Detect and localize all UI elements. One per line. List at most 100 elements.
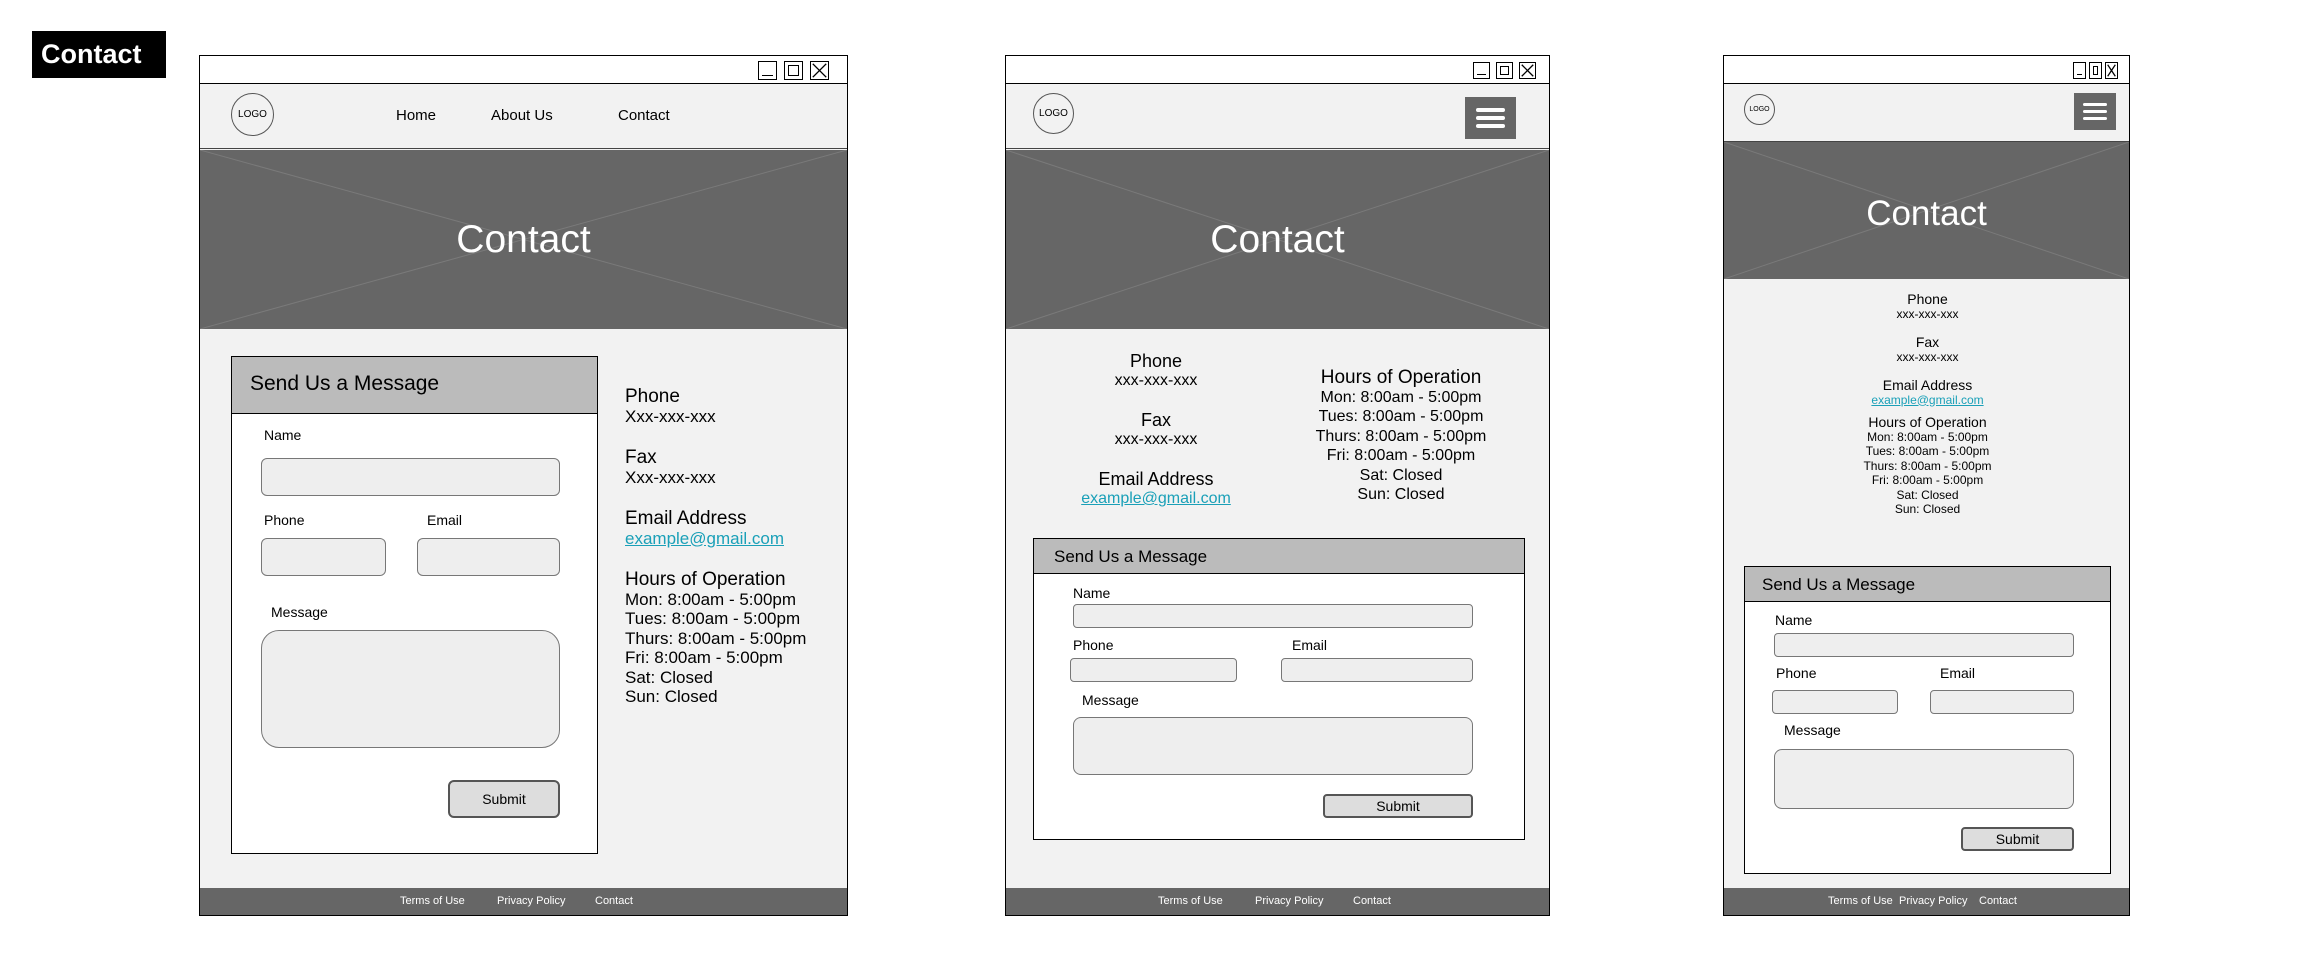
- contact-form: Send Us a Message Name Phone Email Messa…: [231, 356, 598, 854]
- fax-value: Xxx-xxx-xxx: [625, 467, 716, 487]
- footer-contact-link[interactable]: Contact: [595, 895, 633, 907]
- contact-info-right: Hours of Operation Mon: 8:00am - 5:00pm …: [1296, 368, 1506, 505]
- footer-privacy-link[interactable]: Privacy Policy: [1255, 895, 1323, 907]
- email-input[interactable]: [417, 538, 560, 576]
- footer-privacy-link[interactable]: Privacy Policy: [1899, 895, 1967, 907]
- name-input[interactable]: [261, 458, 560, 496]
- name-label: Name: [1073, 585, 1111, 601]
- contact-form: Send Us a Message Name Phone Email Messa…: [1033, 538, 1525, 840]
- email-heading: Email Address: [625, 508, 747, 529]
- hamburger-menu-icon[interactable]: [2074, 93, 2116, 130]
- message-textarea[interactable]: [261, 630, 560, 748]
- nav-about[interactable]: About Us: [491, 107, 553, 124]
- form-title: Send Us a Message: [1762, 575, 1916, 594]
- hero-banner: Contact: [1006, 150, 1549, 329]
- minimize-icon[interactable]: [1473, 62, 1490, 79]
- minimize-icon[interactable]: [758, 61, 777, 80]
- footer-terms-link[interactable]: Terms of Use: [1158, 895, 1223, 907]
- hours-heading: Hours of Operation: [1868, 414, 1987, 430]
- hero-title: Contact: [456, 218, 591, 261]
- phone-label: Phone: [1776, 665, 1817, 681]
- contact-info: Phone xxx-xxx-xxx Fax xxx-xxx-xxx Email …: [1724, 291, 2129, 517]
- email-input[interactable]: [1281, 658, 1473, 682]
- maximize-icon[interactable]: [784, 61, 803, 80]
- hero-banner: Contact: [1724, 142, 2129, 279]
- navbar: LOGO: [1724, 84, 2129, 142]
- hours-heading: Hours of Operation: [1320, 367, 1482, 388]
- phone-heading: Phone: [1907, 291, 1948, 307]
- phone-input[interactable]: [261, 538, 386, 576]
- hours-item: Thurs: 8:00am - 5:00pm: [625, 628, 807, 648]
- phone-input[interactable]: [1070, 658, 1237, 682]
- phone-input[interactable]: [1772, 690, 1898, 714]
- footer-privacy-link[interactable]: Privacy Policy: [497, 895, 565, 907]
- email-link[interactable]: example@gmail.com: [1724, 393, 2129, 408]
- name-input[interactable]: [1073, 604, 1473, 628]
- hours-item: Mon: 8:00am - 5:00pm: [1320, 388, 1482, 406]
- submit-button[interactable]: Submit: [1961, 827, 2074, 851]
- close-icon[interactable]: [1519, 62, 1536, 79]
- tablet-wireframe: LOGO Contact Phone xxx-xxx-xxx Fax xxx-x…: [1005, 55, 1550, 916]
- message-label: Message: [1082, 692, 1139, 708]
- submit-button[interactable]: Submit: [1323, 794, 1473, 818]
- footer-contact-link[interactable]: Contact: [1979, 895, 2017, 907]
- message-textarea[interactable]: [1774, 749, 2074, 809]
- email-label: Email: [1940, 665, 1976, 681]
- email-link[interactable]: example@gmail.com: [1076, 489, 1236, 508]
- form-header: Send Us a Message: [1745, 567, 2110, 602]
- hero-banner: Contact: [200, 150, 847, 329]
- submit-button[interactable]: Submit: [448, 780, 560, 818]
- hero-title: Contact: [1866, 194, 1987, 233]
- form-header: Send Us a Message: [1034, 539, 1524, 574]
- close-icon[interactable]: [2105, 62, 2118, 79]
- hours-item: Sun: Closed: [625, 687, 718, 706]
- hours-item: Thurs: 8:00am - 5:00pm: [1315, 427, 1487, 445]
- phone-heading: Phone: [625, 386, 680, 407]
- email-heading: Email Address: [1882, 377, 1973, 393]
- window-titlebar: [1724, 56, 2129, 84]
- minimize-icon[interactable]: [2073, 62, 2086, 79]
- footer: Terms of Use Privacy Policy Contact: [1006, 888, 1549, 915]
- navbar: LOGO: [1006, 84, 1549, 149]
- phone-value: xxx-xxx-xxx: [1114, 372, 1198, 389]
- footer-contact-link[interactable]: Contact: [1353, 895, 1391, 907]
- hours-item: Sat: Closed: [1359, 466, 1443, 484]
- hours-item: Fri: 8:00am - 5:00pm: [625, 648, 783, 667]
- nav-home[interactable]: Home: [396, 107, 436, 124]
- hours-item: Tues: 8:00am - 5:00pm: [625, 609, 801, 628]
- hours-item: Thurs: 8:00am - 5:00pm: [1863, 458, 1992, 473]
- hours-item: Sat: Closed: [1896, 487, 1959, 502]
- email-input[interactable]: [1930, 690, 2074, 714]
- logo[interactable]: LOGO: [1744, 94, 1775, 125]
- message-label: Message: [1784, 722, 1841, 738]
- name-label: Name: [1775, 612, 1813, 628]
- window-titlebar: [1006, 56, 1549, 84]
- maximize-icon[interactable]: [1496, 62, 1513, 79]
- hamburger-menu-icon[interactable]: [1465, 97, 1516, 139]
- maximize-icon[interactable]: [2089, 62, 2102, 79]
- email-heading: Email Address: [1098, 469, 1214, 489]
- hours-item: Mon: 8:00am - 5:00pm: [625, 589, 797, 609]
- fax-heading: Fax: [1915, 334, 1940, 350]
- email-label: Email: [1292, 637, 1328, 653]
- hours-item: Sat: Closed: [625, 667, 713, 687]
- name-input[interactable]: [1774, 633, 2074, 657]
- message-textarea[interactable]: [1073, 717, 1473, 775]
- fax-heading: Fax: [1140, 410, 1171, 430]
- hours-item: Mon: 8:00am - 5:00pm: [1867, 429, 1988, 444]
- form-title: Send Us a Message: [1054, 547, 1208, 566]
- logo[interactable]: LOGO: [231, 93, 274, 136]
- logo[interactable]: LOGO: [1033, 93, 1074, 134]
- hours-item: Sun: Closed: [1894, 502, 1961, 516]
- footer-terms-link[interactable]: Terms of Use: [400, 895, 465, 907]
- phone-value: Xxx-xxx-xxx: [625, 406, 716, 426]
- email-link[interactable]: example@gmail.com: [625, 529, 806, 549]
- form-title: Send Us a Message: [250, 372, 440, 395]
- name-label: Name: [264, 427, 302, 443]
- footer-terms-link[interactable]: Terms of Use: [1828, 895, 1893, 907]
- window-titlebar: [200, 56, 847, 84]
- close-icon[interactable]: [810, 61, 829, 80]
- phone-label: Phone: [1073, 637, 1114, 653]
- nav-contact[interactable]: Contact: [618, 107, 670, 124]
- hero-title: Contact: [1210, 218, 1345, 261]
